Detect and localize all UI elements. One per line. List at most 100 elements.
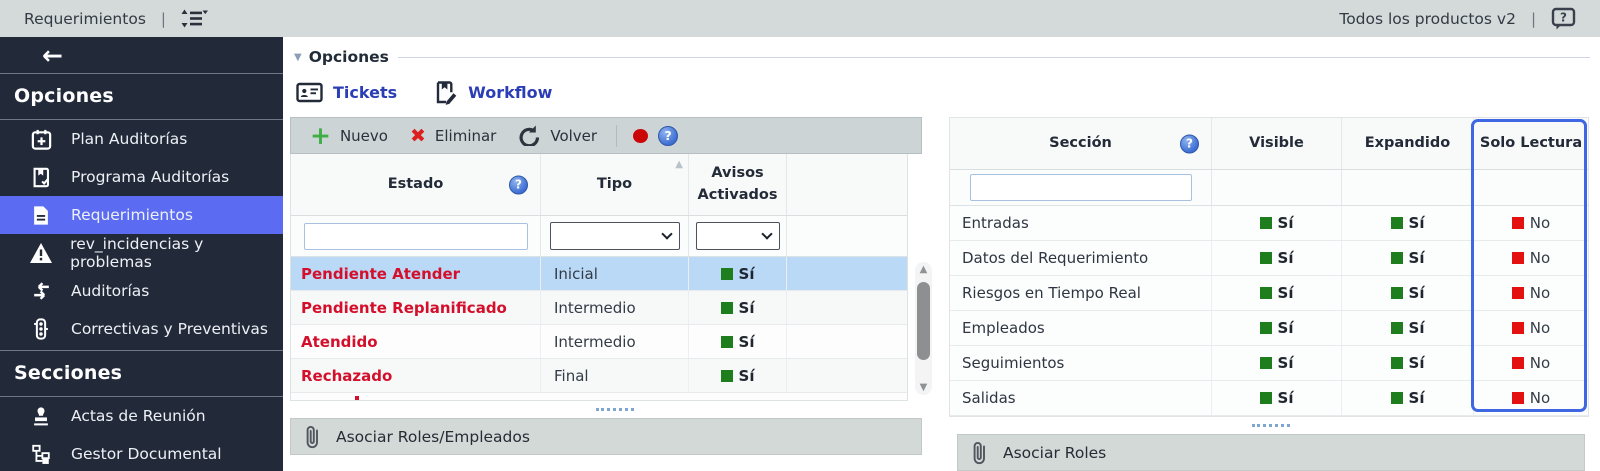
product-switcher[interactable]: Todos los productos v2 [1339, 10, 1516, 28]
resize-handle[interactable] [1252, 424, 1290, 427]
resize-handle[interactable] [596, 408, 634, 411]
new-button[interactable]: + Nuevo [301, 123, 397, 148]
seccion-cell: Riesgos en Tiempo Real [950, 276, 1212, 310]
help-chat-icon[interactable]: ? [1551, 7, 1576, 30]
secciones-panel: Sección ? Visible Expandido Solo Lectura [949, 117, 1593, 471]
visible-cell: Sí [1212, 346, 1342, 380]
tipo-cell: Inicial [541, 257, 689, 290]
sidebar-item-label: Programa Auditorías [71, 168, 230, 186]
avisos-filter-select[interactable] [695, 222, 780, 250]
toolbar-divider [616, 124, 618, 147]
status-square-icon [1511, 357, 1524, 369]
sidebar-item-label: Actas de Reunión [71, 407, 206, 425]
scroll-up-icon[interactable]: ▲ [915, 264, 932, 275]
page-title: Requerimientos [24, 9, 146, 28]
divider: | [1530, 9, 1536, 28]
column-header-seccion[interactable]: Sección ? [950, 118, 1212, 169]
solo-lectura-cell: No [1474, 206, 1588, 240]
status-square-icon [1390, 392, 1403, 404]
collapse-caret-icon[interactable]: ▼ [294, 52, 302, 63]
tab-workflow[interactable]: Workflow [433, 80, 552, 105]
solo-lectura-cell: No [1474, 241, 1588, 275]
help-icon[interactable]: ? [1180, 134, 1199, 153]
fieldset-line [397, 56, 1590, 58]
sidebar-item[interactable]: Plan Auditorías [0, 120, 283, 158]
asociar-roles-bar[interactable]: Asociar Roles [957, 434, 1585, 471]
visible-cell: Sí [1212, 206, 1342, 240]
seccion-table-row[interactable]: Seguimientos Sí Sí No [950, 346, 1588, 381]
asociar-roles-empleados-bar[interactable]: Asociar Roles/Empleados [290, 418, 922, 455]
document-icon [28, 204, 54, 227]
sorted-list-menu-icon[interactable] [181, 9, 208, 28]
vertical-scrollbar[interactable]: ▲ ▼ [915, 262, 932, 395]
sidebar-item[interactable]: Correctivas y Preventivas [0, 310, 283, 348]
visible-cell: Sí [1212, 241, 1342, 275]
tipo-cell: Intermedio [541, 291, 689, 324]
tab-label: Workflow [468, 83, 553, 102]
expandido-cell: Sí [1342, 241, 1474, 275]
traffic-light-icon [28, 317, 54, 341]
avisos-cell: Sí [689, 291, 787, 324]
avisos-cell: Sí [689, 359, 787, 392]
column-header-visible[interactable]: Visible [1212, 118, 1342, 169]
sidebar-item[interactable]: Requerimientos [0, 196, 283, 234]
tipo-filter-select[interactable] [549, 222, 680, 250]
sidebar-item[interactable]: Actas de Reunión [0, 397, 283, 435]
book-check-icon [28, 166, 54, 189]
column-header-estado[interactable]: Estado ? [291, 154, 541, 215]
delete-button[interactable]: ✖ Eliminar [401, 125, 505, 147]
sidebar-item[interactable]: rev_incidencias y problemas [0, 234, 283, 272]
expandido-cell: Sí [1342, 346, 1474, 380]
back-arrow-button[interactable]: ← [42, 43, 63, 68]
status-square-icon [720, 267, 733, 280]
estado-table-row[interactable]: Rechazado Final Sí [291, 359, 907, 393]
sidebar-heading-secciones: Secciones [0, 350, 283, 397]
seccion-table-row[interactable]: Empleados Sí Sí No [950, 311, 1588, 346]
seccion-table-row[interactable]: Riesgos en Tiempo Real Sí Sí No [950, 276, 1588, 311]
help-icon[interactable]: ? [658, 125, 679, 146]
help-icon[interactable]: ? [509, 175, 528, 194]
estado-table-row[interactable]: Atendido Intermedio Sí [291, 325, 907, 359]
seccion-cell: Seguimientos [950, 346, 1212, 380]
sidebar-item[interactable]: Auditorías [0, 272, 283, 310]
estado-table-row[interactable]: Pendiente Atender Inicial Sí [291, 257, 907, 291]
column-header-expandido[interactable]: Expandido [1342, 118, 1474, 169]
scroll-down-icon[interactable]: ▼ [915, 382, 932, 393]
calendar-plus-icon [28, 128, 54, 151]
column-header-tipo[interactable]: Tipo ▲ [541, 154, 689, 215]
seccion-table-row[interactable]: Datos del Requerimiento Sí Sí No [950, 241, 1588, 276]
status-square-icon [1259, 392, 1272, 404]
sidebar-item-label: Auditorías [71, 282, 150, 300]
status-square-icon [1511, 252, 1524, 264]
column-header-solo-lectura[interactable]: Solo Lectura [1474, 118, 1588, 169]
sidebar-item-label: rev_incidencias y problemas [70, 235, 204, 271]
estados-toolbar: + Nuevo ✖ Eliminar Volver ? [290, 117, 922, 154]
seccion-filter-input[interactable] [969, 174, 1192, 201]
sidebar-item[interactable]: Programa Auditorías [0, 158, 283, 196]
x-icon: ✖ [409, 124, 426, 147]
seccion-table-row[interactable]: Entradas Sí Sí No [950, 206, 1588, 241]
solo-lectura-cell: No [1474, 381, 1588, 415]
column-header-avisos[interactable]: Avisos Activados [689, 154, 787, 215]
scrollbar-thumb[interactable] [917, 282, 930, 360]
estado-table-row[interactable]: Pendiente Replanificado Intermedio Sí [291, 291, 907, 325]
seccion-table-row[interactable]: Salidas Sí Sí No [950, 381, 1588, 416]
seccion-cell: Empleados [950, 311, 1212, 345]
solo-lectura-cell: No [1474, 346, 1588, 380]
divider: | [160, 9, 166, 28]
estado-filter-input[interactable] [303, 222, 528, 250]
visible-cell: Sí [1212, 311, 1342, 345]
svg-text:?: ? [1560, 11, 1567, 25]
sidebar-item[interactable]: Gestor Documental [0, 435, 283, 471]
tab-tickets[interactable]: Tickets [296, 80, 397, 105]
status-square-icon [1390, 217, 1403, 229]
chevron-down-icon [660, 228, 673, 240]
undo-button[interactable]: Volver [509, 125, 606, 146]
tipo-cell: Intermedio [541, 325, 689, 358]
status-square-icon [720, 301, 733, 314]
delete-button-label: Eliminar [434, 126, 497, 145]
record-indicator-icon[interactable] [633, 128, 649, 143]
solo-lectura-cell: No [1474, 276, 1588, 310]
status-square-icon [1259, 322, 1272, 334]
estados-scrollbar-area: ▲ ▼ [908, 154, 940, 401]
